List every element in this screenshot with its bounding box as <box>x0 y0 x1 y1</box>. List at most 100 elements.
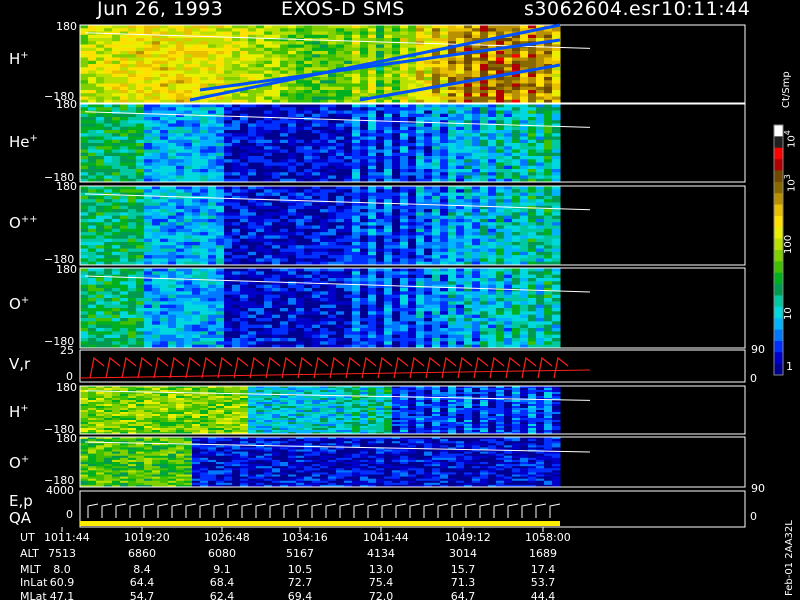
heatmap-cell <box>304 41 313 45</box>
heatmap-cell <box>280 146 289 150</box>
heatmap-cell <box>208 169 217 173</box>
heatmap-cell <box>384 255 393 259</box>
heatmap-cell <box>336 172 345 176</box>
heatmap-cell <box>480 143 489 147</box>
heatmap-cell <box>432 209 441 213</box>
heatmap-cell <box>80 255 89 259</box>
heatmap-cell <box>320 149 329 154</box>
heatmap-cell <box>384 172 393 176</box>
heatmap-cell <box>256 47 265 52</box>
heatmap-cell <box>408 195 417 200</box>
heatmap-cell <box>448 136 457 141</box>
heatmap-cell <box>392 152 401 157</box>
heatmap-cell <box>448 38 457 42</box>
heatmap-cell <box>144 152 153 157</box>
heatmap-cell <box>176 284 185 289</box>
heatmap-cell <box>472 107 481 111</box>
heatmap-cell <box>496 162 505 167</box>
heatmap-cell <box>88 212 97 217</box>
heatmap-cell <box>88 311 97 316</box>
heatmap-cell <box>208 110 217 115</box>
heatmap-cell <box>552 86 561 91</box>
heatmap-cell <box>360 28 369 32</box>
heatmap-cell <box>136 126 145 131</box>
heatmap-cell <box>88 44 97 49</box>
heatmap-cell <box>288 278 297 282</box>
heatmap-cell <box>376 28 385 32</box>
heatmap-cell <box>112 126 121 131</box>
heatmap-cell <box>224 338 233 342</box>
heatmap-cell <box>376 169 385 173</box>
heatmap-cell <box>432 28 441 32</box>
heatmap-cell <box>384 34 393 39</box>
heatmap-cell <box>432 73 441 78</box>
heatmap-cell <box>408 44 417 49</box>
heatmap-cell <box>552 117 561 121</box>
heatmap-cell <box>408 83 417 88</box>
heatmap-cell <box>392 255 401 259</box>
heatmap-cell <box>512 64 521 68</box>
heatmap-cell <box>104 126 113 131</box>
heatmap-cell <box>392 136 401 141</box>
heatmap-cell <box>440 175 449 180</box>
heatmap-cell <box>360 149 369 154</box>
heatmap-cell <box>176 64 185 68</box>
heatmap-cell <box>192 334 201 339</box>
heatmap-cell <box>264 238 273 243</box>
heatmap-cell <box>488 241 497 246</box>
heatmap-cell <box>168 175 177 180</box>
heatmap-cell <box>288 202 297 207</box>
heatmap-cell <box>392 228 401 233</box>
heatmap-cell <box>504 64 513 68</box>
heatmap-cell <box>120 298 129 302</box>
heatmap-cell <box>544 77 553 81</box>
heatmap-cell <box>184 60 193 65</box>
heatmap-cell <box>152 54 161 58</box>
heatmap-cell <box>240 209 249 213</box>
heatmap-cell <box>184 294 193 299</box>
heatmap-cell <box>184 41 193 45</box>
heatmap-cell <box>376 70 385 75</box>
heatmap-cell <box>192 245 201 250</box>
heatmap-cell <box>128 255 137 259</box>
heatmap-cell <box>104 278 113 282</box>
heatmap-cell <box>400 113 409 118</box>
heatmap-cell <box>216 28 225 32</box>
heatmap-cell <box>192 25 201 29</box>
heatmap-cell <box>320 205 329 210</box>
heatmap-cell <box>168 77 177 81</box>
heatmap-cell <box>456 258 465 263</box>
heatmap-cell <box>232 162 241 167</box>
heatmap-cell <box>256 175 265 180</box>
heatmap-cell <box>296 113 305 118</box>
heatmap-cell <box>208 57 217 62</box>
heatmap-cell <box>232 218 241 223</box>
heatmap-cell <box>184 159 193 163</box>
heatmap-cell <box>136 209 145 213</box>
heatmap-cell <box>496 90 505 94</box>
heatmap-cell <box>448 156 457 160</box>
heatmap-cell <box>248 202 257 207</box>
heatmap-cell <box>256 172 265 176</box>
heatmap-cell <box>312 189 321 194</box>
heatmap-cell <box>288 86 297 91</box>
heatmap-cell <box>376 232 385 236</box>
spectrogram-panel-h1 <box>80 25 561 104</box>
heatmap-cell <box>392 205 401 210</box>
heatmap-cell <box>408 146 417 150</box>
heatmap-cell <box>264 202 273 207</box>
heatmap-cell <box>376 209 385 213</box>
heatmap-cell <box>376 205 385 210</box>
heatmap-cell <box>96 143 105 147</box>
heatmap-cell <box>456 162 465 167</box>
heatmap-cell <box>208 139 217 144</box>
heatmap-cell <box>448 60 457 65</box>
heatmap-cell <box>128 80 137 84</box>
heatmap-cell <box>168 70 177 75</box>
heatmap-cell <box>344 44 353 49</box>
heatmap-cell <box>496 235 505 240</box>
heatmap-cell <box>152 149 161 154</box>
heatmap-cell <box>496 149 505 154</box>
heatmap-cell <box>448 57 457 62</box>
heatmap-cell <box>256 338 265 342</box>
